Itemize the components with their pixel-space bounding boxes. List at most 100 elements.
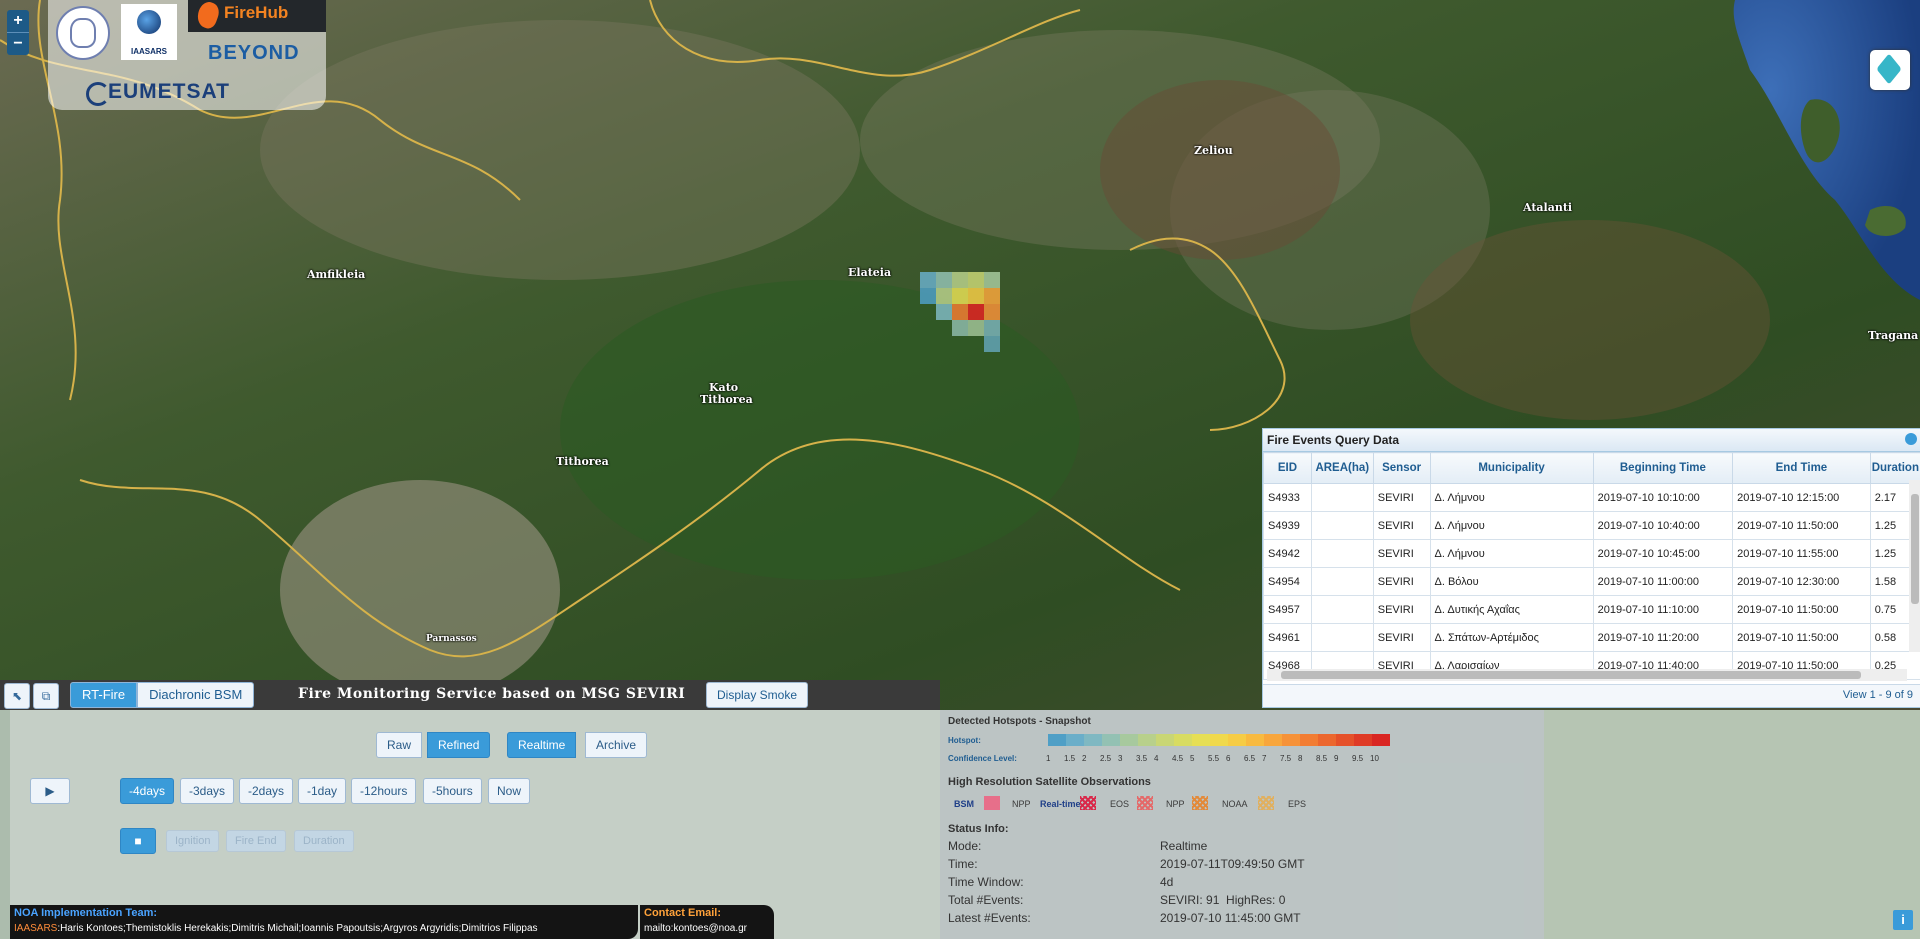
confidence-tick: 10 [1370, 754, 1379, 763]
column-header[interactable]: End Time [1732, 452, 1871, 484]
column-header[interactable]: EID [1263, 452, 1312, 484]
confidence-tick: 9 [1334, 754, 1339, 763]
table-row[interactable]: S4957 SEVIRI Δ. Δυτικής Αχαΐας 2019-07-10 1… [1263, 595, 1920, 624]
scrollbar-thumb[interactable] [1911, 494, 1919, 604]
ignition-filter-button[interactable]: Ignition [166, 830, 220, 852]
table-cell: SEVIRI [1372, 623, 1431, 652]
window-5hours-button[interactable]: -5hours [423, 778, 482, 804]
window-12hours-button[interactable]: -12hours [351, 778, 417, 804]
stop-button[interactable]: ■ [120, 828, 156, 854]
column-header[interactable]: Duration [1869, 452, 1920, 484]
hotspot-cell [920, 288, 936, 304]
table-row[interactable]: S4933 SEVIRI Δ. Λήμνου 2019-07-10 10:10:00 2… [1263, 483, 1920, 512]
column-header[interactable]: Sensor [1372, 452, 1431, 484]
confidence-tick: 1.5 [1064, 754, 1076, 763]
grid-vertical-scrollbar[interactable] [1909, 480, 1920, 652]
archive-button[interactable]: Archive [585, 732, 648, 758]
table-cell: 2019-07-10 11:20:00 [1592, 623, 1734, 652]
confidence-swatch [1282, 734, 1300, 746]
table-row[interactable]: S4961 SEVIRI Δ. Σπάτων-Αρτέμιδος 2019-07-10… [1263, 623, 1920, 652]
collapse-icon[interactable] [1905, 433, 1917, 445]
confidence-swatch [1084, 734, 1102, 746]
noaa-label: NOAA [1222, 799, 1248, 809]
place-label: Elateia [848, 266, 892, 279]
place-label: Tragana [1868, 329, 1919, 342]
play-button[interactable]: ▶ [30, 778, 70, 804]
hires-title: High Resolution Satellite Observations [948, 776, 1151, 788]
pager-text: View 1 - 9 of 9 [1842, 689, 1913, 701]
flame-icon [194, 0, 222, 31]
display-smoke-button[interactable]: Display Smoke [706, 682, 809, 708]
window-now-button[interactable]: Now [488, 778, 531, 804]
hotspot-cell [968, 304, 984, 320]
duration-filter-button[interactable]: Duration [294, 830, 354, 852]
table-row[interactable]: S4954 SEVIRI Δ. Βόλου 2019-07-10 11:00:00 20… [1263, 567, 1920, 596]
hotspot-cell [920, 272, 936, 288]
credits-box: NOA Implementation Team: IAASARS:Haris K… [10, 905, 638, 939]
window-2days-button[interactable]: -2days [239, 778, 294, 804]
place-label: Tithorea [700, 393, 753, 406]
realtime-button[interactable]: Realtime [507, 732, 577, 758]
confidence-swatch [1264, 734, 1282, 746]
globe-icon [137, 10, 161, 34]
window-4days-button[interactable]: -4days [120, 778, 175, 804]
place-label: Zeliou [1194, 144, 1233, 157]
confidence-ticks: 1 1.5 2 2.5 3 3.5 4 4.5 5 5.5 6 6.5 7 7.5 8 8.5 9 9.5 10 [1046, 754, 1388, 763]
hotspot-cell [984, 336, 1000, 352]
column-header[interactable]: Beginning Time [1592, 452, 1734, 484]
contact-box: Contact Email: mailto:kontoes@noa.gr [640, 905, 774, 939]
toolbar-window-button[interactable]: ⧉ [33, 683, 59, 709]
column-header[interactable]: Municipality [1429, 452, 1594, 484]
table-cell: SEVIRI [1372, 595, 1431, 624]
table-cell: S4939 [1263, 511, 1312, 540]
table-cell [1310, 623, 1374, 652]
mode-tabs: RT-Fire Diachronic BSM [70, 682, 255, 708]
tab-rt-fire[interactable]: RT-Fire [70, 682, 138, 708]
toolbar-pointer-button[interactable]: ⬉ [4, 683, 30, 709]
refined-button[interactable]: Refined [427, 732, 491, 758]
zoom-in-button[interactable]: + [7, 10, 29, 32]
table-cell: SEVIRI [1372, 511, 1431, 540]
grid-caption-text: Fire Events Query Data [1267, 433, 1400, 447]
bottom-panel: Raw Refined Realtime Archive ▶ -4days -3… [0, 710, 1920, 939]
bsm-swatch [984, 796, 1000, 810]
raw-button[interactable]: Raw [376, 732, 423, 758]
fire-events-table: EID AREA(ha) Sensor Municipality Beginni… [1263, 452, 1920, 680]
table-cell: S4957 [1263, 595, 1312, 624]
hotspot-cluster[interactable] [918, 270, 1018, 370]
hotspot-cell [984, 304, 1000, 320]
npp-realtime-label: NPP [1166, 799, 1185, 809]
table-cell [1310, 539, 1374, 568]
table-cell: 2019-07-10 11:55:00 [1732, 539, 1871, 568]
column-header[interactable]: AREA(ha) [1310, 452, 1374, 484]
contact-email-link[interactable]: mailto:kontoes@noa.gr [644, 923, 747, 934]
scrollbar-thumb[interactable] [1281, 671, 1861, 679]
firehub-logo: FireHub [188, 0, 326, 32]
table-cell [1310, 595, 1374, 624]
table-row[interactable]: S4942 SEVIRI Δ. Λήμνου 2019-07-10 10:45:00 2… [1263, 539, 1920, 568]
info-button[interactable]: i [1893, 910, 1913, 930]
zoom-out-button[interactable]: − [7, 32, 29, 55]
fire-end-filter-button[interactable]: Fire End [226, 830, 286, 852]
table-row[interactable]: S4939 SEVIRI Δ. Λήμνου 2019-07-10 10:40:00 2… [1263, 511, 1920, 540]
table-header-row: EID AREA(ha) Sensor Municipality Beginni… [1263, 452, 1920, 484]
hotspot-cell [968, 272, 984, 288]
confidence-swatch [1192, 734, 1210, 746]
eps-label: EPS [1288, 799, 1307, 809]
place-label: Tithorea [556, 455, 609, 468]
confidence-label: Confidence Level: [948, 754, 1017, 763]
hotspot-cell [952, 304, 968, 320]
tab-diachronic-bsm[interactable]: Diachronic BSM [137, 682, 255, 708]
table-cell: 2019-07-10 12:15:00 [1732, 483, 1871, 512]
window-1day-button[interactable]: -1day [298, 778, 347, 804]
table-cell: 2019-07-10 12:30:00 [1732, 567, 1871, 596]
latest-events-value: 2019-07-10 11:45:00 GMT [1160, 911, 1301, 925]
confidence-tick: 8 [1298, 754, 1303, 763]
time-label: Time: [948, 857, 978, 871]
confidence-swatch [1138, 734, 1156, 746]
grid-horizontal-scrollbar[interactable] [1267, 669, 1907, 681]
time-window-label: Time Window: [948, 875, 1024, 889]
window-3days-button[interactable]: -3days [180, 778, 235, 804]
layers-switcher-button[interactable] [1870, 50, 1910, 90]
table-cell: Δ. Βόλου [1429, 567, 1594, 596]
